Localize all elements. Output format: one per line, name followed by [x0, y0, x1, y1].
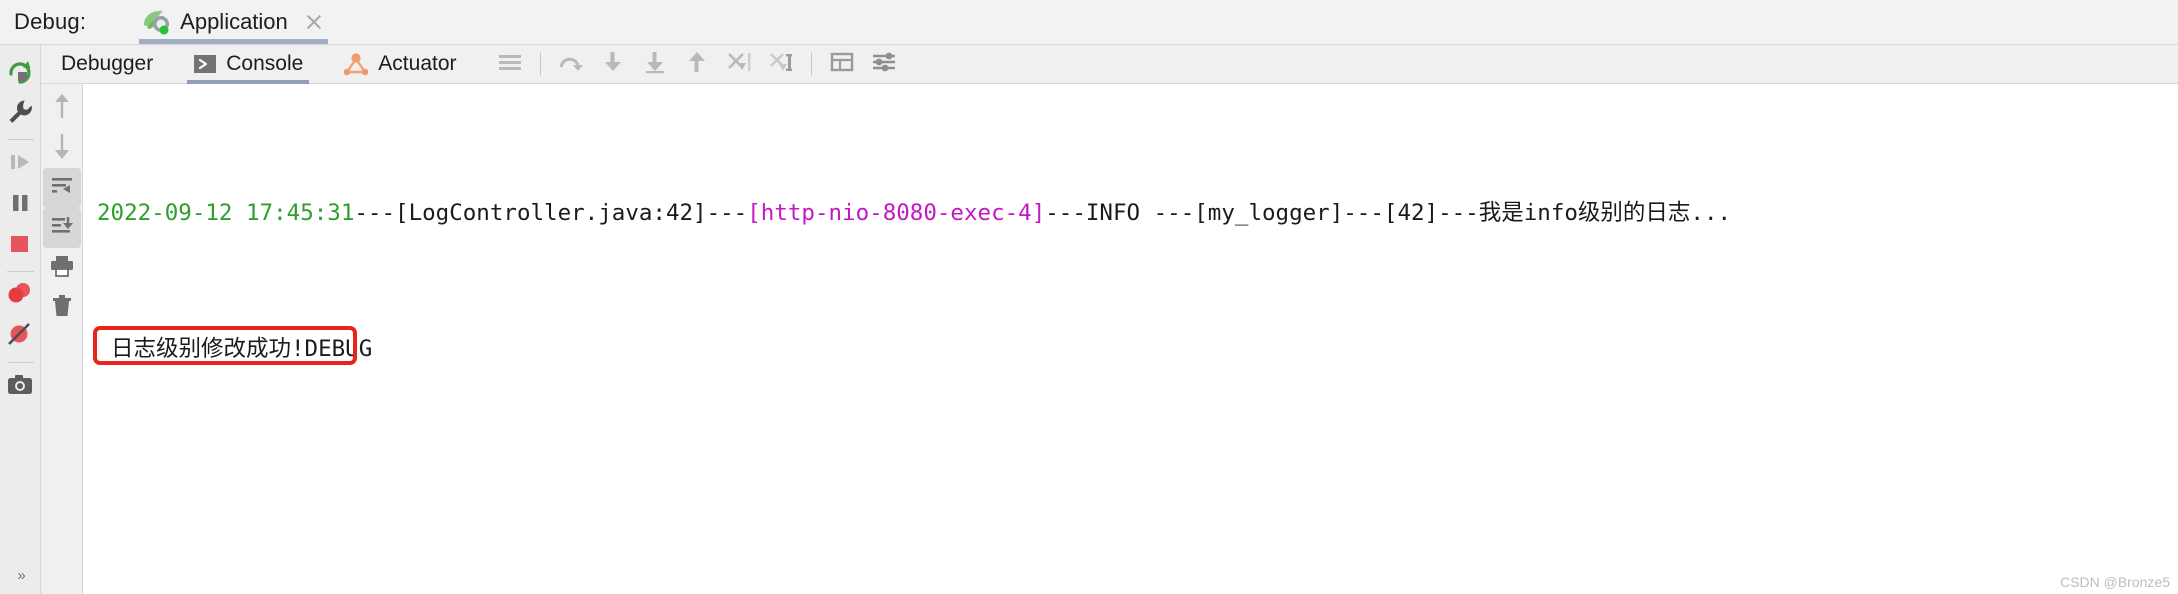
frames-icon [829, 50, 855, 79]
trash-icon [50, 294, 74, 323]
console-log-line-info: 2022-09-12 17:45:31---[LogController.jav… [83, 196, 2178, 230]
mute-breakpoints-button[interactable] [0, 317, 41, 358]
rail-divider [6, 139, 34, 140]
breakpoints-icon [6, 280, 34, 313]
rerun-icon [6, 57, 34, 90]
console-output[interactable]: 2022-09-12 17:45:31---[LogController.jav… [83, 84, 2178, 594]
tab-actuator[interactable]: Actuator [323, 45, 476, 83]
sliders-icon [870, 50, 898, 79]
step-over-button[interactable] [550, 44, 592, 84]
stop-button[interactable] [0, 226, 41, 267]
tab-console[interactable]: Console [173, 45, 323, 84]
console-area: 2022-09-12 17:45:31---[LogController.jav… [41, 84, 2178, 594]
rail-divider [6, 362, 34, 363]
debug-actions-rail: » [0, 44, 41, 594]
print-button[interactable] [41, 248, 83, 288]
console-log-line-debug: 日志级别修改成功!DEBUG [93, 326, 373, 366]
debug-step-toolbar [489, 45, 905, 83]
arrow-up-icon [51, 91, 73, 126]
actuator-graph-icon [343, 52, 369, 76]
force-step-into-icon [642, 50, 668, 79]
debug-label: Debug: [14, 9, 87, 34]
evaluate-expression-button[interactable] [760, 44, 802, 84]
log-source: ---[LogController.java:42]--- [354, 200, 748, 226]
rerun-button[interactable] [0, 53, 41, 94]
tab-debugger[interactable]: Debugger [41, 45, 173, 83]
pause-program-button[interactable] [0, 185, 41, 226]
clear-all-button[interactable] [41, 288, 83, 328]
scroll-down-button[interactable] [41, 128, 83, 168]
screenshot-button[interactable] [0, 367, 41, 408]
debug-body: » Debugger Console Actuator 2022-09-12 1… [0, 44, 2178, 594]
console-chevron-icon [193, 52, 217, 76]
step-out-button[interactable] [676, 44, 718, 84]
step-into-icon [600, 50, 626, 79]
view-breakpoints-button[interactable] [0, 276, 41, 317]
soft-wrap-icon [49, 174, 75, 203]
soft-wrap-button[interactable] [42, 168, 81, 208]
step-over-icon [557, 50, 585, 79]
evaluate-expression-icon [767, 50, 795, 79]
spring-boot-leaf-icon [141, 9, 171, 35]
tab-debugger-label: Debugger [61, 52, 154, 75]
run-configuration-tab-application[interactable]: Application [133, 0, 334, 44]
resume-program-button[interactable] [0, 144, 41, 185]
settings-button[interactable] [863, 44, 905, 84]
run-tab-label: Application [180, 9, 288, 34]
debug-view-tabbar: Debugger Console Actuator [41, 44, 2178, 84]
show-execution-point-button[interactable] [821, 44, 863, 84]
wrench-icon [7, 99, 33, 130]
log-debug-message: 日志级别修改成功!DEBUG [111, 336, 373, 362]
step-into-button[interactable] [592, 44, 634, 84]
debug-header: Debug: Application [0, 0, 2178, 44]
step-out-icon [684, 50, 710, 79]
scroll-up-button[interactable] [41, 88, 83, 128]
layout-settings-button[interactable] [489, 44, 531, 84]
printer-icon [49, 254, 75, 283]
force-step-into-button[interactable] [634, 44, 676, 84]
expand-rail-button[interactable]: » [0, 562, 41, 588]
pause-icon [7, 190, 33, 221]
tab-actuator-label: Actuator [378, 52, 457, 75]
log-thread: [http-nio-8080-exec-4] [747, 200, 1046, 226]
debug-tool-window: Debug: Application » Debugger Console Ac… [0, 0, 2178, 594]
camera-icon [7, 373, 33, 402]
mute-breakpoints-icon [6, 321, 34, 354]
debug-main: Debugger Console Actuator 2022-09-12 17:… [41, 44, 2178, 594]
run-to-cursor-button[interactable] [718, 44, 760, 84]
close-icon[interactable] [304, 12, 324, 32]
console-log-line-debug-wrapper: 日志级别修改成功!DEBUG [83, 326, 2178, 366]
stop-square-icon [7, 231, 33, 262]
scroll-to-end-icon [49, 214, 75, 243]
log-message: ---INFO ---[my_logger]---[42]---我是info级别… [1045, 200, 1732, 226]
watermark: CSDN @Bronze5 [2060, 574, 2170, 590]
scroll-to-end-button[interactable] [42, 208, 81, 248]
edit-configurations-button[interactable] [0, 94, 41, 135]
toolbar-divider [539, 52, 541, 76]
resume-icon [7, 149, 33, 180]
tab-console-label: Console [226, 52, 304, 75]
console-gutter-toolbar [41, 84, 83, 594]
log-timestamp: 2022-09-12 17:45:31 [97, 200, 355, 226]
rail-divider [6, 271, 34, 272]
toolbar-divider [810, 52, 812, 76]
hamburger-icon [497, 51, 523, 78]
run-to-cursor-icon [725, 50, 753, 79]
arrow-down-icon [51, 131, 73, 166]
